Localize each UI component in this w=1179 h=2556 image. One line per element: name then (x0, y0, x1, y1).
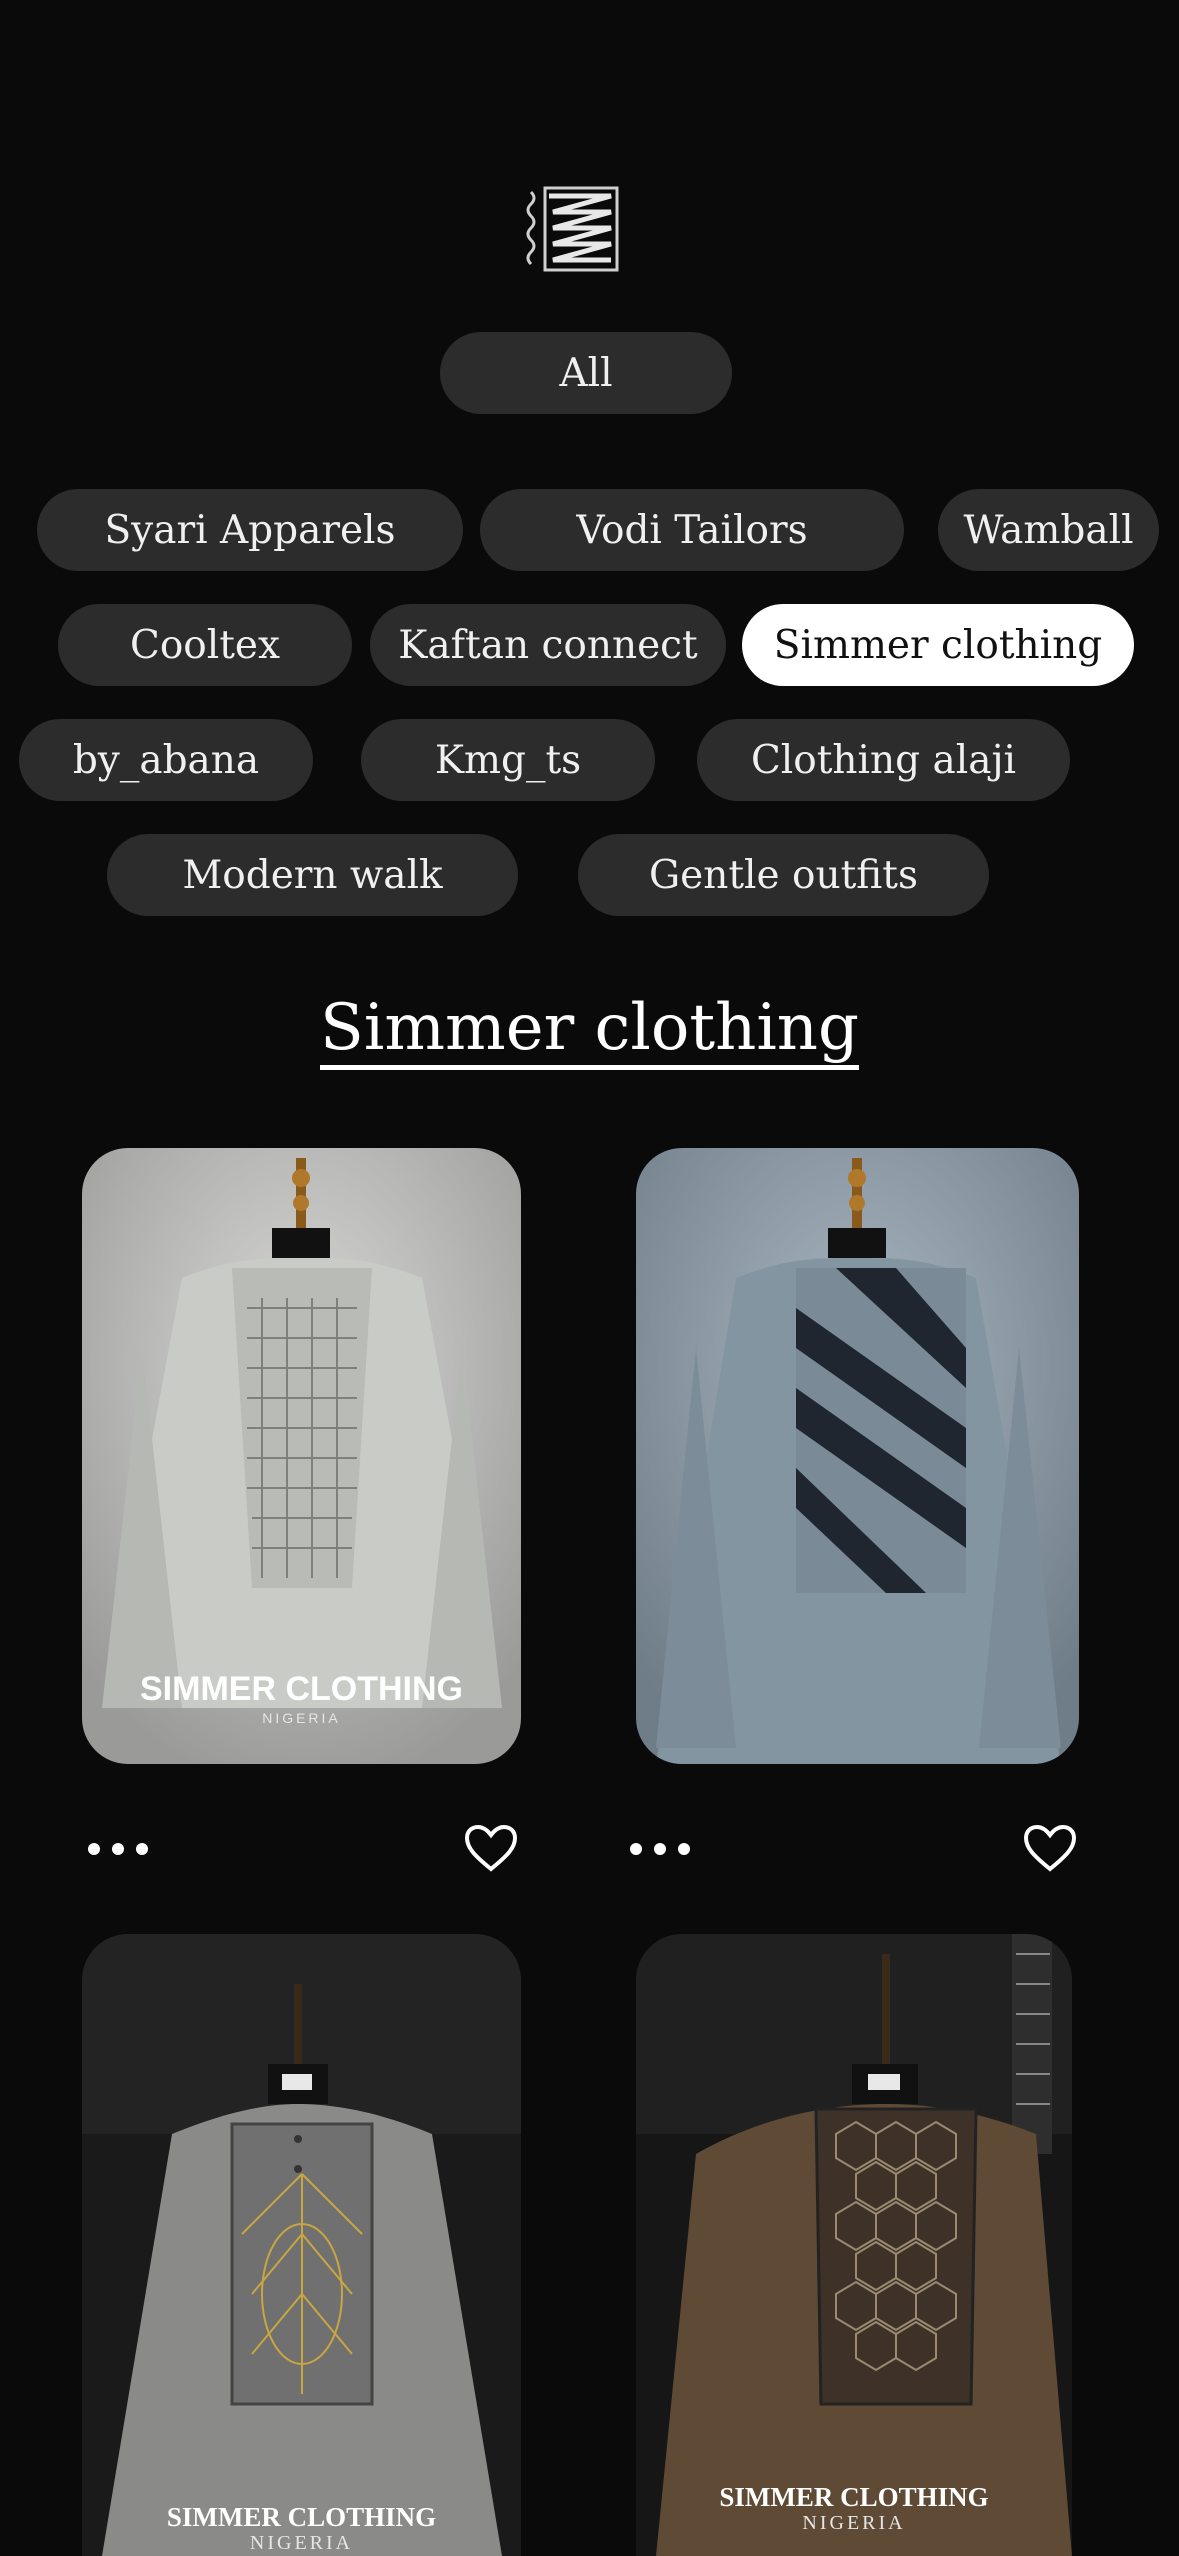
more-dots-icon (88, 1843, 100, 1855)
heart-outline-icon (1023, 1824, 1077, 1872)
filter-all[interactable]: All (440, 332, 732, 414)
filter-by-abana[interactable]: by_abana (19, 719, 313, 801)
filter-kmg-ts[interactable]: Kmg_ts (361, 719, 655, 801)
card-brand-caption: SIMMER CLOTHING (166, 2502, 437, 2532)
card-brand-caption: SIMMER CLOTHING (140, 1670, 463, 1708)
product-card-image[interactable]: SIMMER CLOTHING NIGERIA (636, 1934, 1072, 2556)
product-card-image[interactable]: SIMMER CLOTHING NIGERIA (82, 1934, 521, 2556)
product-card-image[interactable]: SIMMER CLOTHING NIGERIA (82, 1148, 521, 1764)
section-title: Simmer clothing (0, 988, 1179, 1070)
filter-wamball[interactable]: Wamball (938, 489, 1159, 571)
filter-vodi-tailors[interactable]: Vodi Tailors (480, 489, 904, 571)
filter-kaftan-connect[interactable]: Kaftan connect (370, 604, 726, 686)
filter-syari-apparels[interactable]: Syari Apparels (37, 489, 463, 571)
filter-simmer-clothing[interactable]: Simmer clothing (742, 604, 1134, 686)
heart-outline-icon (464, 1824, 518, 1872)
more-options-button[interactable] (630, 1834, 690, 1864)
filter-cooltex[interactable]: Cooltex (58, 604, 352, 686)
card-brand-caption: SIMMER CLOTHING (719, 2482, 989, 2512)
product-card-image[interactable] (636, 1148, 1079, 1764)
more-options-button[interactable] (88, 1834, 148, 1864)
card-brand-sub: NIGERIA (262, 1710, 341, 1726)
filter-modern-walk[interactable]: Modern walk (107, 834, 518, 916)
like-button[interactable] (463, 1823, 519, 1873)
filter-gentle-outfits[interactable]: Gentle outfits (578, 834, 989, 916)
card-brand-sub: NIGERIA (249, 2532, 354, 2554)
more-dots-icon (630, 1843, 642, 1855)
card-brand-sub: NIGERIA (802, 2512, 906, 2534)
like-button[interactable] (1022, 1823, 1078, 1873)
filter-clothing-alaji[interactable]: Clothing alaji (697, 719, 1070, 801)
brand-logo-icon[interactable] (523, 182, 623, 276)
